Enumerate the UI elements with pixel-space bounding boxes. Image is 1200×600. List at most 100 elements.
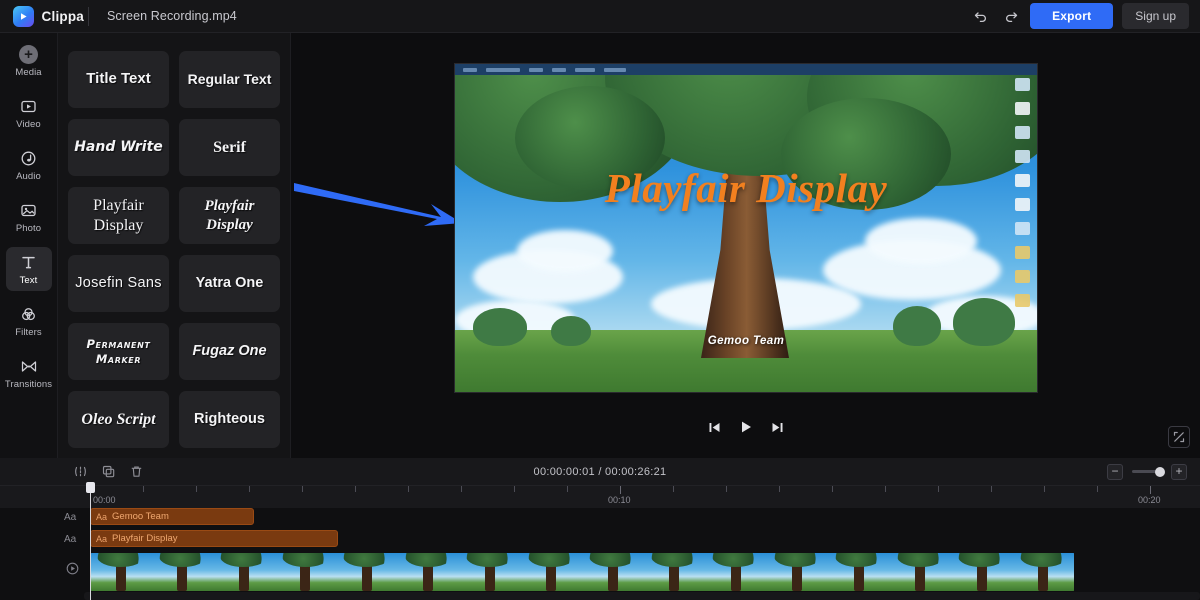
play-icon[interactable]: [738, 419, 754, 435]
video-thumbnail: [151, 553, 213, 591]
video-thumbnail: [274, 553, 336, 591]
sidebar-item-label: Transitions: [4, 379, 53, 390]
sidebar-item-audio[interactable]: Audio: [6, 143, 52, 187]
timeline-tracks: Aa Aa Gemoo Team Aa Aa Playfair Display: [0, 508, 1200, 600]
font-card-permanent-marker[interactable]: Permanent Marker: [68, 323, 169, 380]
recorded-menu-bar: [455, 64, 1037, 75]
video-thumbnail: [520, 553, 582, 591]
clip-label: Playfair Display: [112, 533, 178, 544]
font-card-serif[interactable]: Serif: [179, 119, 280, 176]
skip-next-icon[interactable]: [770, 420, 785, 435]
timeline-video-clip[interactable]: [90, 553, 1075, 591]
timeline-tools: [0, 465, 143, 478]
signup-button[interactable]: Sign up: [1122, 3, 1189, 29]
desktop-icon: [1014, 102, 1030, 115]
video-thumbnail: [828, 553, 890, 591]
video-track-icon: [66, 562, 79, 575]
desktop-icon: [1014, 78, 1030, 91]
background-tree: [473, 308, 527, 346]
menu-item-dot: [486, 67, 520, 72]
timeline-scrollbar[interactable]: [84, 592, 1200, 600]
sidebar-item-label: Media: [15, 67, 42, 78]
undo-arrow-icon[interactable]: [970, 6, 991, 27]
menu-item-dot: [575, 67, 595, 72]
font-card-hand-write[interactable]: Hand Write: [68, 119, 169, 176]
text-t-icon: [20, 253, 37, 272]
recorded-desktop-icons: [1009, 78, 1035, 307]
split-clip-icon[interactable]: [74, 465, 87, 478]
sidebar-item-text[interactable]: Text: [5, 247, 52, 291]
redo-arrow-icon[interactable]: [1000, 6, 1021, 27]
font-card-yatra-one[interactable]: Yatra One: [179, 255, 280, 312]
font-card-oleo-script[interactable]: Oleo Script: [68, 391, 169, 448]
video-thumbnail: [889, 553, 951, 591]
font-card-josefin-sans[interactable]: Josefin Sans: [68, 255, 169, 312]
skip-previous-icon[interactable]: [707, 420, 722, 435]
background-tree: [551, 316, 591, 346]
sidebar-item-transitions[interactable]: Transitions: [4, 351, 53, 395]
text-track-icon: Aa: [64, 533, 77, 545]
font-card-playfair-display[interactable]: Playfair Display: [68, 187, 169, 244]
video-preview[interactable]: Playfair Display Gemoo Team: [454, 63, 1038, 393]
video-thumbnail: [397, 553, 459, 591]
menu-item-dot: [463, 67, 477, 72]
filters-circles-icon: [20, 305, 37, 324]
transitions-bowtie-icon: [20, 357, 38, 376]
desktop-icon: [1014, 222, 1030, 235]
font-preset-panel: Title Text Regular Text Hand Write Serif…: [58, 33, 291, 458]
zoom-slider-handle[interactable]: [1155, 466, 1165, 477]
text-clip-icon: Aa: [96, 511, 108, 522]
timeline-toolbar: 00:00:00:01 / 00:00:26:21 − +: [0, 458, 1200, 486]
video-thumbnail: [213, 553, 275, 591]
ruler-label: 00:20: [1138, 495, 1161, 505]
timeline-ruler[interactable]: 00:00 00:10 00:20: [0, 486, 1200, 508]
menu-item-dot: [529, 67, 543, 72]
timeline-clip-gemoo-team[interactable]: Aa Gemoo Team: [90, 508, 254, 525]
timeline: 00:00:00:01 / 00:00:26:21 − + 00:00 00:1…: [0, 458, 1200, 600]
video-thumbnail: [705, 553, 767, 591]
zoom-in-button[interactable]: +: [1171, 463, 1187, 480]
brand: Clippa: [0, 5, 84, 27]
sidebar-item-photo[interactable]: Photo: [6, 195, 52, 239]
font-card-regular-text[interactable]: Regular Text: [179, 51, 280, 108]
timeline-clip-playfair-display[interactable]: Aa Playfair Display: [90, 530, 338, 547]
font-card-playfair-display-italic[interactable]: Playfair Display: [179, 187, 280, 244]
sidebar-item-label: Text: [19, 275, 38, 286]
sidebar-item-label: Audio: [16, 171, 41, 182]
timecode-display: 00:00:00:01 / 00:00:26:21: [533, 465, 667, 478]
font-card-fugaz-one[interactable]: Fugaz One: [179, 323, 280, 380]
font-card-righteous[interactable]: Righteous: [179, 391, 280, 448]
desktop-icon: [1014, 126, 1030, 139]
video-thumbnail: [766, 553, 828, 591]
desktop-icon: [1014, 246, 1030, 259]
video-thumbnail: [336, 553, 398, 591]
duplicate-icon[interactable]: [102, 465, 115, 478]
zoom-out-button[interactable]: −: [1107, 463, 1123, 480]
cloud: [865, 218, 977, 264]
clippa-logo-icon: [13, 5, 34, 27]
desktop-icon: [1014, 150, 1030, 163]
font-card-title-text[interactable]: Title Text: [68, 51, 169, 108]
playhead[interactable]: [86, 482, 95, 600]
zoom-slider[interactable]: [1132, 466, 1165, 477]
sidebar-item-filters[interactable]: Filters: [6, 299, 52, 343]
plus-circle-icon: +: [19, 45, 38, 64]
video-thumbnail: [643, 553, 705, 591]
menu-item-dot: [552, 67, 566, 72]
desktop-icon: [1014, 174, 1030, 187]
sidebar-item-media[interactable]: + Media: [6, 39, 52, 83]
audio-note-circle-icon: [20, 149, 37, 168]
playhead-handle[interactable]: [86, 482, 95, 493]
background-tree: [893, 306, 941, 346]
fullscreen-expand-icon[interactable]: [1168, 426, 1190, 448]
sidebar-item-video[interactable]: Video: [6, 91, 52, 135]
sidebar-item-label: Filters: [15, 327, 42, 338]
menu-item-dot: [604, 67, 626, 72]
export-button[interactable]: Export: [1030, 3, 1114, 29]
trash-icon[interactable]: [130, 465, 143, 478]
ruler-label: 00:00: [93, 495, 116, 505]
sidebar-item-label: Video: [16, 119, 41, 130]
text-track-icon: Aa: [64, 511, 77, 523]
track-row: Aa Aa Playfair Display: [0, 530, 1200, 548]
video-thumbnail: [459, 553, 521, 591]
